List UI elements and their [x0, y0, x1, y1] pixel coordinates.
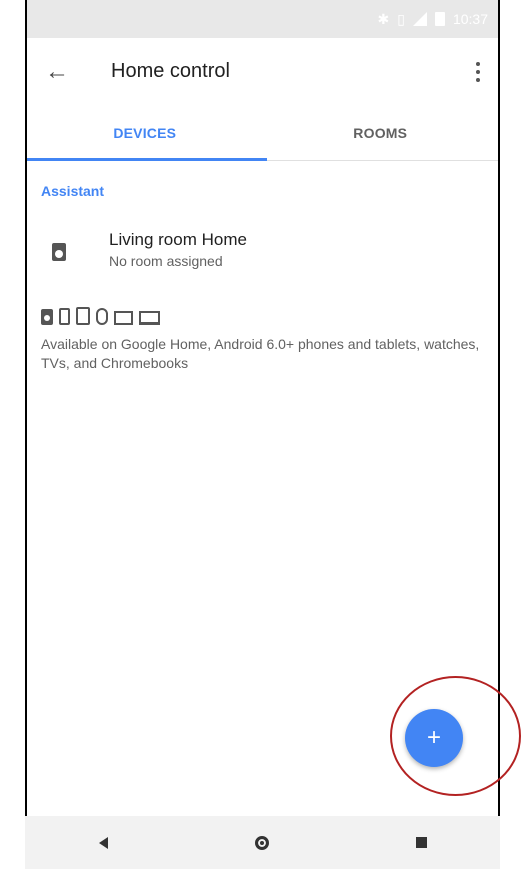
device-room: No room assigned [109, 253, 223, 269]
phone-icon [59, 308, 70, 325]
status-time: 10:37 [452, 11, 488, 27]
section-header-assistant: Assistant [41, 183, 105, 199]
tab-bar: DEVICES ROOMS [27, 106, 498, 161]
bluetooth-icon: ✱ [377, 10, 390, 27]
supported-devices-icons [27, 271, 498, 325]
device-name: Living room Home [109, 230, 247, 249]
tab-rooms[interactable]: ROOMS [263, 106, 499, 160]
device-list-item[interactable]: Living room Home No room assigned [27, 199, 498, 271]
arrow-left-icon[interactable]: ← [43, 58, 71, 86]
battery-icon [434, 12, 445, 26]
status-bar: ✱ ▯ 10:37 [27, 0, 498, 38]
availability-text: Available on Google Home, Android 6.0+ p… [41, 336, 480, 371]
tablet-icon [76, 307, 90, 325]
more-vert-icon[interactable] [466, 58, 490, 86]
nav-recents-icon[interactable] [415, 837, 427, 848]
speaker-icon [41, 309, 53, 325]
lte-signal-icon [412, 12, 427, 26]
laptop-icon [139, 311, 160, 325]
system-nav-bar [25, 816, 500, 869]
tv-icon [114, 311, 133, 325]
page-title: Home control [111, 60, 230, 82]
tab-devices[interactable]: DEVICES [27, 106, 263, 160]
watch-icon [96, 308, 108, 325]
app-bar: ← Home control [27, 38, 498, 106]
active-tab-indicator [27, 158, 267, 161]
vibrate-icon: ▯ [397, 10, 405, 27]
nav-back-icon[interactable] [98, 836, 108, 849]
speaker-icon [27, 229, 91, 261]
add-device-button[interactable]: + [405, 709, 463, 767]
nav-home-icon[interactable] [254, 835, 269, 850]
